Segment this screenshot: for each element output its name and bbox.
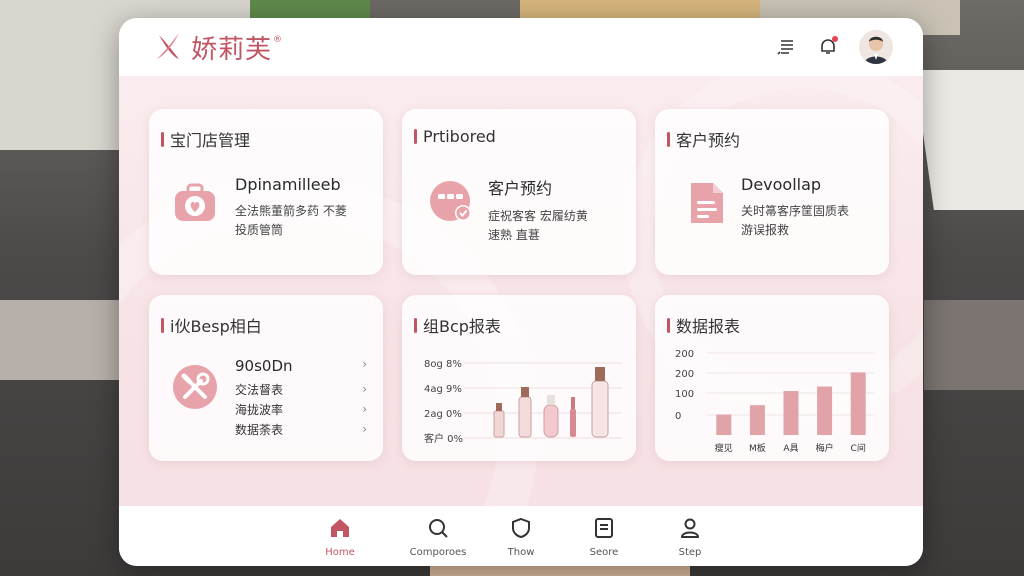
- list-button[interactable]: [773, 34, 799, 60]
- card-body: 客户预约 症祝客客 宏履纺黄 速熟 直葚: [488, 175, 626, 245]
- brand-mark-icon: [157, 33, 179, 59]
- card-menu-list: 90s0Dn › 交法督表 › 海拢波率 › 数据荼表 ›: [235, 357, 367, 439]
- tab-seore[interactable]: Seore: [569, 516, 639, 558]
- card-description-line: 全法熊董箭多药 不菱: [235, 204, 347, 218]
- chart-x-tick-label: M板: [749, 442, 766, 454]
- product-bottle-icon: [591, 367, 609, 438]
- card-title: 宝门店管理: [161, 127, 250, 151]
- report-tick-label: 8og 8%: [424, 359, 462, 370]
- user-icon: [680, 518, 700, 538]
- briefcase-heart-icon: [175, 183, 215, 221]
- chart-bar[interactable]: [716, 414, 732, 436]
- chart-bar[interactable]: [850, 372, 866, 435]
- document-icon: [595, 518, 613, 538]
- card-settings-menu[interactable]: i伙Besp相白 90s0Dn › 交法督表 › 海拢波率 › 数据荼表 ›: [149, 295, 383, 461]
- chat-check-icon: [430, 181, 471, 221]
- card-subtitle: Devoollap: [741, 175, 822, 194]
- brand-logo[interactable]: 娇莉芙 ®: [151, 29, 282, 66]
- app-header: 娇莉芙 ®: [119, 18, 923, 76]
- tab-label: Thow: [507, 547, 535, 558]
- search-icon: [429, 519, 448, 538]
- report-tick-label: 客户 0%: [424, 432, 463, 445]
- card-subtitle: 客户预约: [488, 179, 553, 198]
- tab-step[interactable]: Step: [655, 516, 725, 558]
- card-store-management[interactable]: 宝门店管理 Dpinamilleeb 全法熊董箭多药 不菱 投质管筒: [149, 109, 383, 275]
- tab-label: Home: [325, 547, 355, 558]
- card-title: 组Bcp报表: [414, 313, 501, 337]
- chart-x-tick-label: C间: [851, 442, 866, 454]
- card-body: Devoollap 关时箒客序筐固质表 游误报救: [741, 175, 879, 240]
- product-bottle-icon: [493, 403, 505, 438]
- product-bottle-icon: [518, 387, 532, 438]
- user-avatar[interactable]: [859, 30, 893, 64]
- brand-registered-mark: ®: [273, 35, 283, 45]
- tab-home[interactable]: Home: [305, 516, 375, 558]
- chevron-right-icon: ›: [362, 402, 367, 416]
- card-data-report[interactable]: 数据报表 200 200 100 0 瘦见 M板 A具 梅户 C间: [655, 295, 889, 461]
- card-description-line: 速熟 直葚: [488, 228, 540, 242]
- chart-y-tick-label: 200: [675, 349, 694, 360]
- tab-label: Seore: [589, 547, 619, 558]
- menu-item[interactable]: 数据荼表 ›: [235, 419, 367, 439]
- card-product-report[interactable]: 组Bcp报表 8og 8% 4ag 9% 2ag 0% 客户 0%: [402, 295, 636, 461]
- shield-icon: [512, 517, 530, 539]
- tab-components[interactable]: Comporoes: [403, 516, 473, 558]
- brand-name: 娇莉芙: [191, 34, 273, 65]
- chevron-right-icon: ›: [362, 382, 367, 396]
- chevron-right-icon: ›: [362, 357, 367, 371]
- tab-label: Comporoes: [409, 547, 467, 558]
- report-tick-label: 4ag 9%: [424, 384, 462, 395]
- chart-bar[interactable]: [783, 391, 799, 435]
- card-title: i伙Besp相白: [161, 313, 262, 337]
- menu-item[interactable]: 交法督表 ›: [235, 379, 367, 399]
- notification-dot: [832, 36, 838, 42]
- tools-icon: [173, 365, 217, 409]
- tab-label: Step: [678, 547, 702, 558]
- card-customer-booking[interactable]: 客户预约 Devoollap 关时箒客序筐固质表 游误报救: [655, 109, 889, 275]
- chart-x-tick-label: 梅户: [816, 442, 834, 454]
- chevron-right-icon: ›: [362, 422, 367, 436]
- notification-button[interactable]: [815, 34, 841, 60]
- card-description-line: 症祝客客 宏履纺黄: [488, 209, 588, 223]
- menu-header[interactable]: 90s0Dn ›: [235, 357, 367, 379]
- report-tick-label: 2ag 0%: [424, 409, 462, 420]
- tab-thow[interactable]: Thow: [486, 516, 556, 558]
- document-icon: [691, 183, 723, 223]
- card-description-line: 游误报救: [741, 223, 790, 237]
- card-appointments[interactable]: Prtibored 客户预约 症祝客客 宏履纺黄 速熟 直葚: [402, 109, 636, 275]
- list-icon: [777, 40, 793, 55]
- header-actions: [757, 30, 893, 64]
- chart-bar[interactable]: [749, 405, 765, 435]
- home-icon: [331, 519, 349, 537]
- chart-y-tick-label: 200: [675, 369, 694, 380]
- product-report-graphic: 8og 8% 4ag 9% 2ag 0% 客户 0%: [424, 359, 622, 445]
- app-window: 娇莉芙 ® 宝门店管理 Dpinamilleeb 全法熊董箭多药 不菱 投质管筒…: [119, 18, 923, 566]
- avatar-portrait-icon: [859, 30, 893, 64]
- card-title: Prtibored: [414, 127, 496, 146]
- card-body: Dpinamilleeb 全法熊董箭多药 不菱 投质管筒: [235, 175, 373, 240]
- card-description-line: 投质管筒: [235, 223, 284, 237]
- chart-y-tick-label: 0: [675, 411, 681, 422]
- card-subtitle: Dpinamilleeb: [235, 175, 341, 194]
- product-bottle-icon: [543, 395, 559, 438]
- card-title: 客户预约: [667, 127, 740, 151]
- chart-y-tick-label: 100: [675, 389, 694, 400]
- chart-bar[interactable]: [817, 386, 833, 435]
- data-report-bar-chart: 200 200 100 0 瘦见 M板 A具 梅户 C间: [675, 349, 875, 454]
- card-title: 数据报表: [667, 313, 740, 337]
- bottom-tab-bar: Home Comporoes Thow Seore Step: [119, 506, 923, 566]
- chart-x-tick-label: A具: [783, 443, 798, 454]
- product-lipstick-icon: [570, 397, 576, 437]
- chart-x-tick-label: 瘦见: [715, 442, 733, 454]
- menu-item[interactable]: 海拢波率 ›: [235, 399, 367, 419]
- card-description-line: 关时箒客序筐固质表: [741, 204, 850, 218]
